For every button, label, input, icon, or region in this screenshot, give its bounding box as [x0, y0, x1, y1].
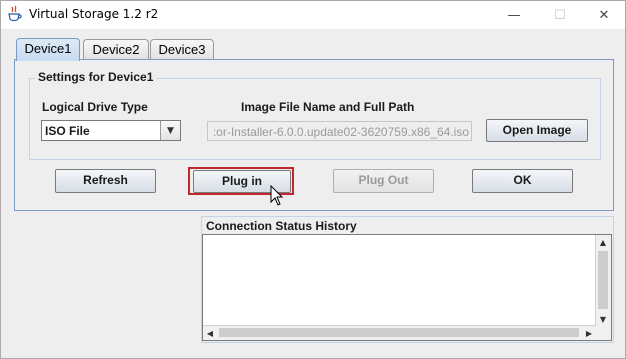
tab-device3[interactable]: Device3 [150, 39, 214, 59]
refresh-button[interactable]: Refresh [55, 169, 156, 193]
title-bar[interactable]: Virtual Storage 1.2 r2 — ☐ ✕ [1, 1, 625, 29]
vertical-scrollbar[interactable]: ▲ ▼ [595, 235, 611, 326]
close-button[interactable]: ✕ [581, 1, 626, 29]
java-cup-icon [8, 6, 22, 22]
horizontal-scroll-thumb[interactable] [219, 328, 579, 337]
image-path-field[interactable]: :or-Installer-6.0.0.update02-3620759.x86… [207, 121, 472, 141]
ok-button[interactable]: OK [472, 169, 573, 193]
window-title: Virtual Storage 1.2 r2 [29, 7, 159, 21]
scroll-up-icon[interactable]: ▲ [596, 235, 610, 249]
settings-group-title: Settings for Device1 [35, 70, 157, 84]
open-image-button[interactable]: Open Image [486, 119, 588, 142]
vertical-scroll-thumb[interactable] [598, 251, 608, 309]
drive-type-label: Logical Drive Type [42, 100, 148, 114]
plug-out-button[interactable]: Plug Out [333, 169, 434, 193]
tab-device2[interactable]: Device2 [83, 39, 149, 59]
drive-type-value: ISO File [45, 124, 90, 138]
scroll-down-icon[interactable]: ▼ [596, 312, 610, 326]
drive-type-select[interactable]: ISO File ▼ [41, 120, 181, 141]
image-path-value: :or-Installer-6.0.0.update02-3620759.x86… [212, 125, 469, 139]
scrollbar-corner [596, 326, 611, 340]
triangle-down-icon[interactable]: ▼ [160, 121, 180, 140]
maximize-button[interactable]: ☐ [537, 1, 583, 29]
virtual-storage-window: Virtual Storage 1.2 r2 — ☐ ✕ Device1 Dev… [0, 0, 626, 359]
scroll-right-icon[interactable]: ▶ [582, 326, 596, 340]
minimize-button[interactable]: — [491, 1, 537, 29]
history-log[interactable]: ▲ ▼ ◀ ▶ [202, 234, 612, 341]
horizontal-scrollbar[interactable]: ◀ ▶ [203, 325, 596, 340]
mouse-pointer-icon [270, 185, 284, 206]
history-title: Connection Status History [206, 219, 357, 233]
scroll-left-icon[interactable]: ◀ [203, 326, 217, 340]
tab-device1[interactable]: Device1 [16, 38, 80, 61]
image-path-label: Image File Name and Full Path [241, 100, 415, 114]
